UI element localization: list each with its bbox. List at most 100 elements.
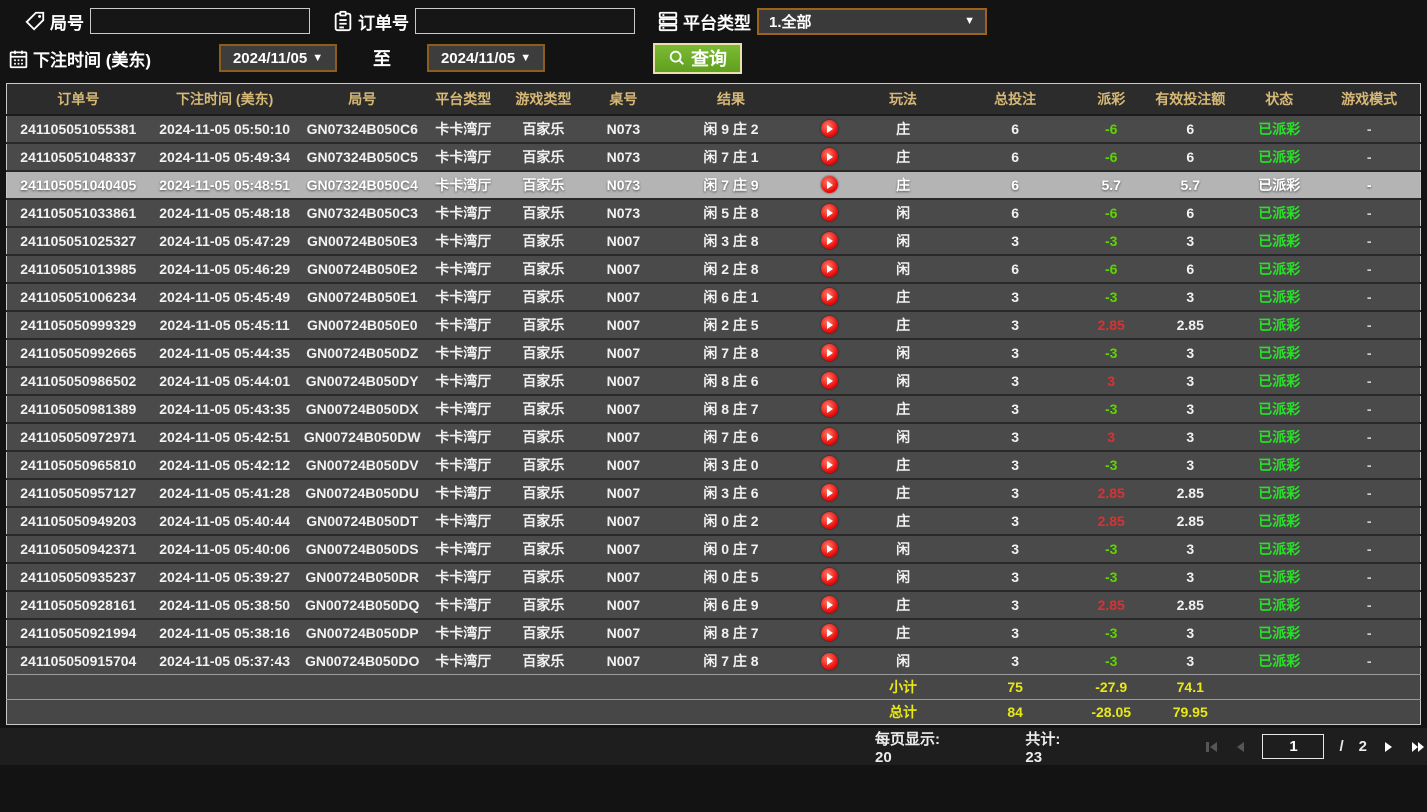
cell-status: 已派彩	[1240, 143, 1318, 171]
play-video-icon[interactable]	[821, 512, 838, 529]
cell-result: 闲 2 庄 5	[662, 311, 800, 339]
cell-status: 已派彩	[1240, 647, 1318, 675]
round-number-input[interactable]	[90, 8, 310, 34]
first-page-icon[interactable]	[1204, 739, 1220, 755]
table-row[interactable]: 2411050509865022024-11-05 05:44:01GN0072…	[7, 367, 1421, 395]
cell-round: GN00724B050DZ	[300, 339, 425, 367]
table-row[interactable]: 2411050509993292024-11-05 05:45:11GN0072…	[7, 311, 1421, 339]
play-video-icon[interactable]	[821, 176, 838, 193]
table-row[interactable]: 2411050510139852024-11-05 05:46:29GN0072…	[7, 255, 1421, 283]
play-video-icon[interactable]	[821, 624, 838, 641]
cell-mode: -	[1318, 479, 1420, 507]
cell-result: 闲 6 庄 1	[662, 283, 800, 311]
column-header: 下注时间 (美东)	[150, 84, 300, 115]
table-row[interactable]: 2411050510062342024-11-05 05:45:49GN0072…	[7, 283, 1421, 311]
play-video-icon[interactable]	[821, 204, 838, 221]
table-row[interactable]: 2411050510338612024-11-05 05:48:18GN0732…	[7, 199, 1421, 227]
cell-platform: 卡卡湾厅	[425, 283, 502, 311]
table-row[interactable]: 2411050509157042024-11-05 05:37:43GN0072…	[7, 647, 1421, 675]
cell-table-no: N007	[585, 451, 662, 479]
total-count-label: 共计: 23	[1025, 728, 1072, 766]
table-row[interactable]: 2411050509492032024-11-05 05:40:44GN0072…	[7, 507, 1421, 535]
table-row[interactable]: 2411050509423712024-11-05 05:40:06GN0072…	[7, 535, 1421, 563]
table-row[interactable]: 2411050509281612024-11-05 05:38:50GN0072…	[7, 591, 1421, 619]
cell-order: 241105051040405	[7, 171, 150, 199]
cell-status: 已派彩	[1240, 563, 1318, 591]
play-video-icon[interactable]	[821, 344, 838, 361]
play-video-icon[interactable]	[821, 568, 838, 585]
cell-result: 闲 7 庄 8	[662, 339, 800, 367]
cell-time: 2024-11-05 05:41:28	[150, 479, 300, 507]
play-video-icon[interactable]	[821, 456, 838, 473]
cell-valid: 2.85	[1140, 591, 1240, 619]
play-video-icon[interactable]	[821, 428, 838, 445]
cell-payout: 2.85	[1082, 591, 1140, 619]
previous-page-icon[interactable]	[1233, 739, 1249, 755]
play-video-icon[interactable]	[821, 653, 838, 670]
page-number-input[interactable]	[1262, 734, 1324, 759]
cell-platform: 卡卡湾厅	[425, 647, 502, 675]
play-video-icon[interactable]	[821, 260, 838, 277]
cell-valid: 6	[1140, 199, 1240, 227]
cell-payout: -3	[1082, 283, 1140, 311]
play-video-icon[interactable]	[821, 232, 838, 249]
cell-platform: 卡卡湾厅	[425, 451, 502, 479]
table-row[interactable]: 2411050509926652024-11-05 05:44:35GN0072…	[7, 339, 1421, 367]
cell-game: 百家乐	[502, 563, 585, 591]
search-button[interactable]: 查询	[653, 43, 742, 74]
play-video-icon[interactable]	[821, 484, 838, 501]
table-row[interactable]: 2411050509813892024-11-05 05:43:35GN0072…	[7, 395, 1421, 423]
cell-valid: 2.85	[1140, 507, 1240, 535]
column-header: 玩法	[858, 84, 948, 115]
play-video-icon[interactable]	[821, 316, 838, 333]
date-from-picker[interactable]: 2024/11/05 ▼	[219, 44, 337, 72]
cell-play: 闲	[858, 227, 948, 255]
cell-play: 庄	[858, 311, 948, 339]
per-page-label: 每页显示: 20	[875, 728, 947, 766]
play-video-icon[interactable]	[821, 400, 838, 417]
play-video-icon[interactable]	[821, 120, 838, 137]
cell-table-no: N007	[585, 367, 662, 395]
cell-valid: 3	[1140, 423, 1240, 451]
cell-result: 闲 7 庄 8	[662, 647, 800, 675]
date-to-value: 2024/11/05	[441, 50, 515, 67]
cell-game: 百家乐	[502, 451, 585, 479]
cell-result: 闲 3 庄 6	[662, 479, 800, 507]
play-video-icon[interactable]	[821, 372, 838, 389]
cell-table-no: N073	[585, 115, 662, 143]
order-number-input[interactable]	[415, 8, 635, 34]
cell-result: 闲 3 庄 0	[662, 451, 800, 479]
last-page-icon[interactable]	[1409, 739, 1427, 755]
table-row[interactable]: 2411050510404052024-11-05 05:48:51GN0732…	[7, 171, 1421, 199]
cell-play	[800, 143, 858, 171]
chevron-down-icon: ▼	[520, 52, 531, 64]
table-row[interactable]: 2411050509658102024-11-05 05:42:12GN0072…	[7, 451, 1421, 479]
cell-time: 2024-11-05 05:42:51	[150, 423, 300, 451]
grandtotal-row: 总计 84 -28.05 79.95	[7, 700, 1421, 725]
table-row[interactable]: 2411050510553812024-11-05 05:50:10GN0732…	[7, 115, 1421, 143]
table-row[interactable]: 2411050510483372024-11-05 05:49:34GN0732…	[7, 143, 1421, 171]
cell-payout: -6	[1082, 115, 1140, 143]
cell-result: 闲 8 庄 7	[662, 395, 800, 423]
cell-total: 6	[948, 143, 1082, 171]
cell-order: 241105050957127	[7, 479, 150, 507]
date-to-picker[interactable]: 2024/11/05 ▼	[427, 44, 545, 72]
play-video-icon[interactable]	[821, 148, 838, 165]
search-icon	[668, 49, 686, 67]
table-row[interactable]: 2411050509352372024-11-05 05:39:27GN0072…	[7, 563, 1421, 591]
next-page-icon[interactable]	[1380, 739, 1396, 755]
table-row[interactable]: 2411050509729712024-11-05 05:42:51GN0072…	[7, 423, 1421, 451]
cell-order: 241105050992665	[7, 339, 150, 367]
cell-status: 已派彩	[1240, 283, 1318, 311]
play-video-icon[interactable]	[821, 288, 838, 305]
cell-status: 已派彩	[1240, 479, 1318, 507]
table-row[interactable]: 2411050509219942024-11-05 05:38:16GN0072…	[7, 619, 1421, 647]
platform-type-select[interactable]: 1.全部 ▼	[757, 8, 987, 35]
table-row[interactable]: 2411050510253272024-11-05 05:47:29GN0072…	[7, 227, 1421, 255]
cell-play	[800, 367, 858, 395]
play-video-icon[interactable]	[821, 540, 838, 557]
play-video-icon[interactable]	[821, 596, 838, 613]
table-row[interactable]: 2411050509571272024-11-05 05:41:28GN0072…	[7, 479, 1421, 507]
cell-mode: -	[1318, 535, 1420, 563]
cell-total: 6	[948, 199, 1082, 227]
